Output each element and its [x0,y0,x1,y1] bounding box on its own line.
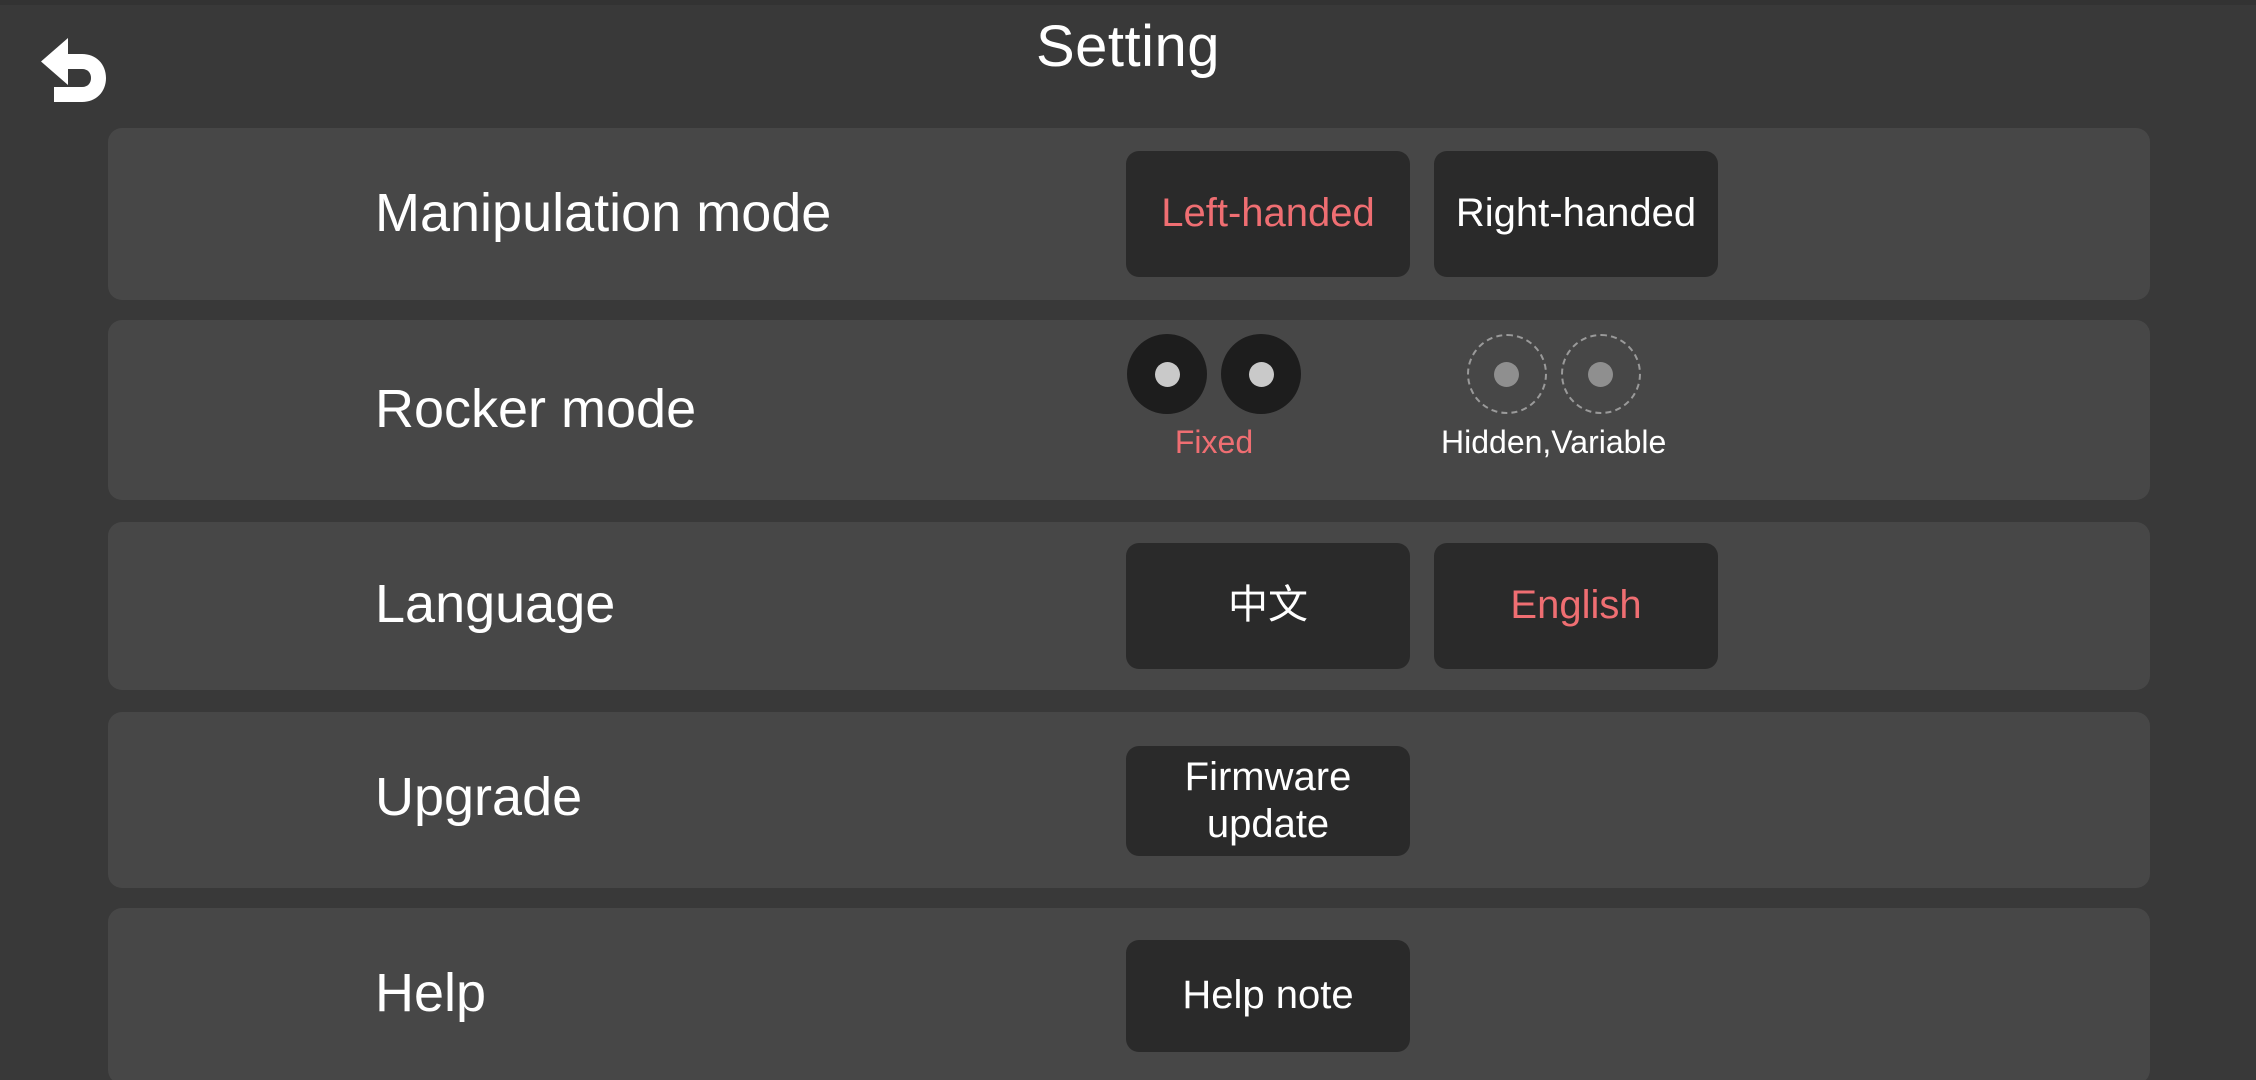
row-label-language: Language [375,574,616,634]
option-language-chinese[interactable]: 中文 [1126,543,1410,669]
settings-screen: Setting Manipulation mode Left-handed Ri… [0,0,2256,1080]
joystick-solid-icon [1221,334,1301,414]
option-firmware-update[interactable]: Firmware update [1126,746,1410,856]
row-upgrade: Upgrade Firmware update [108,712,2150,888]
option-left-handed[interactable]: Left-handed [1126,151,1410,277]
joystick-center-dot [1494,361,1520,387]
firmware-update-line2: update [1206,802,1330,846]
joystick-dashed-icon [1560,334,1641,414]
rocker-fixed-sticks [1127,334,1301,414]
app-header: Setting [0,0,2256,128]
joystick-center-dot [1154,361,1180,387]
row-label-manipulation-mode: Manipulation mode [375,183,832,243]
row-label-rocker-mode: Rocker mode [375,379,697,439]
firmware-update-line1: Firmware [1184,754,1352,799]
row-help: Help Help note [108,908,2150,1080]
rocker-hidden-sticks [1466,334,1641,414]
row-manipulation-mode: Manipulation mode Left-handed Right-hand… [108,128,2150,300]
page-title: Setting [1035,14,1221,79]
option-rocker-fixed[interactable]: Fixed [1127,334,1301,458]
joystick-dashed-icon [1466,334,1547,414]
rocker-label-hidden-variable: Hidden,Variable [1441,424,1667,460]
option-right-handed[interactable]: Right-handed [1434,151,1718,277]
joystick-solid-icon [1127,334,1207,414]
option-rocker-hidden-variable[interactable]: Hidden,Variable [1441,334,1666,458]
row-label-upgrade: Upgrade [375,767,583,827]
option-help-note[interactable]: Help note [1126,940,1410,1052]
row-rocker-mode: Rocker mode Fixed Hidden,Variable [108,320,2150,500]
joystick-center-dot [1248,361,1274,387]
rocker-label-fixed: Fixed [1174,424,1254,460]
row-label-help: Help [375,963,487,1023]
joystick-center-dot [1588,361,1614,387]
option-language-english[interactable]: English [1434,543,1718,669]
row-language: Language 中文 English [108,522,2150,690]
